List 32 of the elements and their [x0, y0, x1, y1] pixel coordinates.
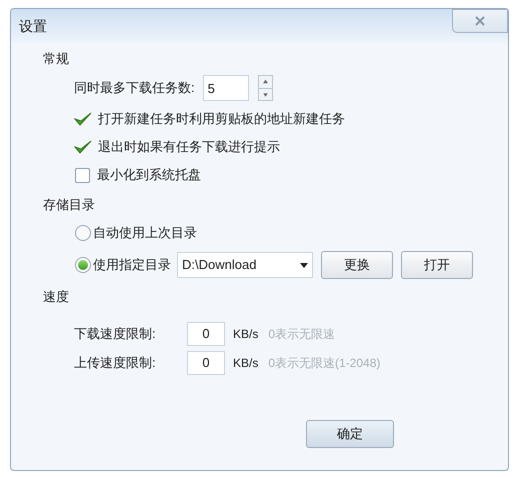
ok-button[interactable]: 确定: [306, 420, 394, 448]
radio-label: 使用指定目录: [93, 256, 171, 274]
unit-label: KB/s: [233, 326, 258, 342]
dropdown-arrow-icon: [300, 262, 308, 268]
checkmark-icon[interactable]: [74, 111, 92, 127]
hint-text: 0表示无限速: [268, 326, 336, 342]
directory-dropdown[interactable]: D:\Download: [177, 252, 313, 278]
section-heading: 速度: [43, 288, 70, 306]
option-label: 打开新建任务时利用剪贴板的地址新建任务: [98, 110, 345, 128]
radio-button[interactable]: [75, 225, 91, 241]
section-heading: 存储目录: [43, 196, 96, 214]
checkmark-icon[interactable]: [74, 139, 92, 155]
spin-buttons[interactable]: [258, 75, 273, 101]
field-label: 同时最多下载任务数:: [74, 79, 195, 98]
section-heading: 常规: [43, 50, 70, 68]
radio-button[interactable]: [75, 257, 91, 273]
unit-label: KB/s: [233, 354, 258, 372]
action-button[interactable]: 打开: [401, 251, 473, 279]
window-title: 设置: [19, 16, 47, 36]
close-icon: [475, 16, 485, 26]
hint-text: 0表示无限速(1-2048): [268, 354, 380, 372]
option-label: 最小化到系统托盘: [97, 166, 201, 184]
speed-field[interactable]: 0: [187, 322, 225, 346]
number-field[interactable]: 5: [202, 75, 249, 101]
option-label: 退出时如果有任务下载进行提示: [98, 138, 280, 156]
checkbox[interactable]: [75, 168, 90, 182]
action-button[interactable]: 更换: [321, 251, 393, 279]
radio-label: 自动使用上次目录: [93, 224, 197, 242]
field-label: 上传速度限制:: [74, 354, 157, 372]
speed-field[interactable]: 0: [187, 350, 225, 374]
field-label: 下载速度限制:: [74, 324, 157, 343]
close-button[interactable]: [452, 9, 508, 33]
